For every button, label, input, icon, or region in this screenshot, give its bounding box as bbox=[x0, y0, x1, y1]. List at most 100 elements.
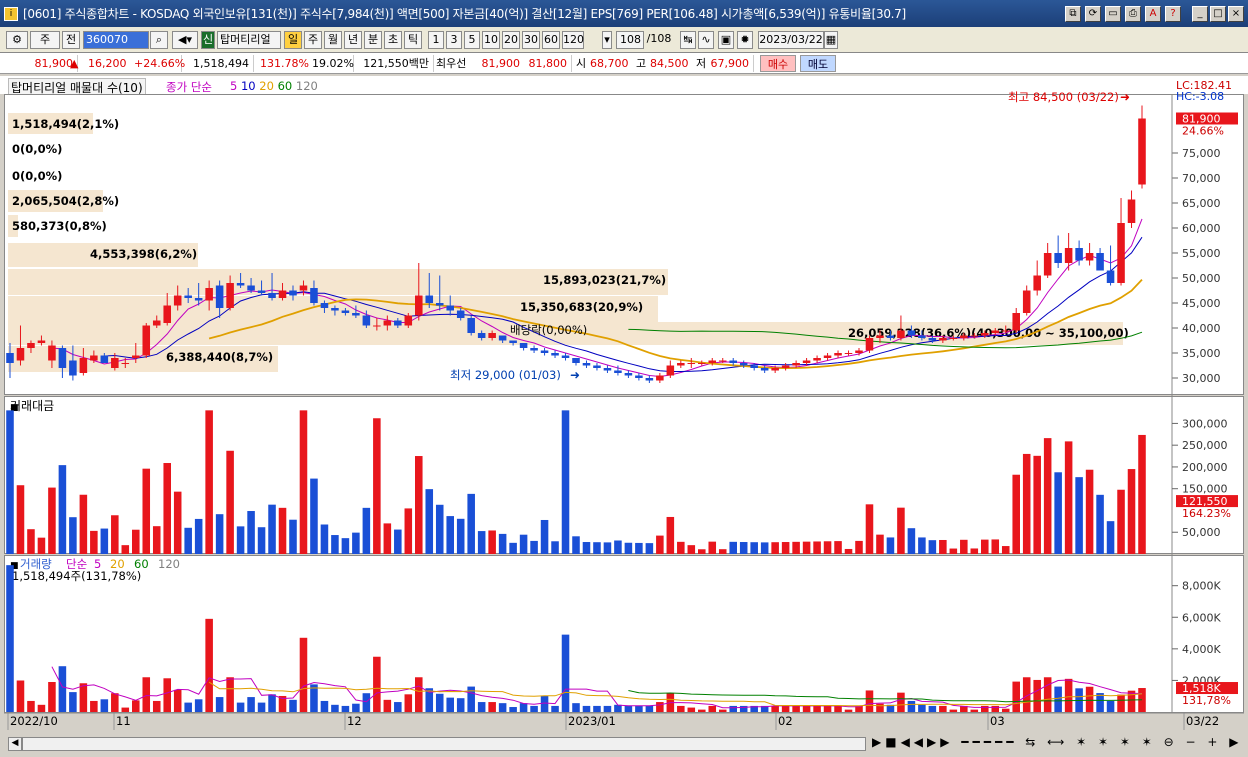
amount-bar bbox=[310, 478, 318, 554]
candle-body bbox=[257, 290, 266, 293]
candle-body bbox=[467, 318, 475, 333]
candle-body bbox=[603, 368, 612, 371]
candle-body bbox=[446, 305, 454, 311]
volume-bar bbox=[352, 703, 360, 712]
amount-bar bbox=[1106, 521, 1115, 554]
candle-body bbox=[656, 375, 664, 381]
amount-bar bbox=[687, 545, 696, 554]
amount-bar bbox=[603, 542, 612, 554]
candle-body bbox=[645, 378, 654, 381]
volume-bar bbox=[981, 705, 989, 712]
volume-bar bbox=[173, 689, 182, 712]
candle-body bbox=[152, 320, 161, 326]
volume-bar bbox=[624, 705, 633, 712]
volume-bar bbox=[1064, 678, 1073, 712]
nav-controls[interactable]: ▶■◀◀▶▶ ━━━━━ ⇆ ⟷ ✶ ✶ ✶ ✶ ⊖ − + ▶ bbox=[872, 735, 1242, 753]
chart-canvas[interactable]: 1,518,494(2,1%) 0(0,0%) 0(0,0%) 2,065,504(2… bbox=[0, 0, 1248, 757]
amount-bar bbox=[226, 450, 234, 554]
amount-bar bbox=[289, 519, 297, 554]
candle-body bbox=[509, 340, 517, 343]
high-annotation: 최고 84,500 (03/22) bbox=[1008, 90, 1119, 104]
amount-bar bbox=[572, 536, 580, 554]
amount-bar bbox=[121, 545, 130, 554]
amount-bar bbox=[152, 526, 161, 554]
amount-bar bbox=[394, 529, 402, 554]
candle-body bbox=[876, 335, 884, 338]
amount-bar bbox=[132, 529, 140, 554]
amount-bar bbox=[540, 519, 549, 554]
volume-bar bbox=[100, 699, 109, 712]
volume-profile-label: 1,518,494(2,1%) bbox=[12, 117, 119, 131]
amount-bar bbox=[708, 541, 717, 554]
volume-bar bbox=[37, 704, 46, 712]
scrollbar[interactable] bbox=[22, 737, 866, 751]
candle-body bbox=[855, 350, 863, 353]
candle-body bbox=[299, 285, 308, 291]
volume-bar bbox=[509, 707, 517, 712]
candle-body bbox=[48, 345, 56, 361]
amount-bar bbox=[37, 537, 46, 554]
candle-body bbox=[111, 358, 119, 368]
volume-bar bbox=[1012, 681, 1020, 712]
price-tick-label: 70,000 bbox=[1182, 172, 1221, 185]
amount-tick-label: 300,000 bbox=[1182, 417, 1228, 430]
amount-bar bbox=[362, 507, 371, 554]
amount-bar bbox=[739, 542, 748, 554]
amount-bar bbox=[855, 540, 863, 554]
candle-body bbox=[771, 368, 779, 371]
scroll-left-icon[interactable]: ◀ bbox=[8, 737, 22, 751]
amount-bar bbox=[467, 493, 475, 554]
amount-bar bbox=[373, 418, 381, 554]
amount-bar bbox=[970, 548, 979, 554]
candle-body bbox=[415, 295, 423, 316]
candle-body bbox=[677, 363, 685, 366]
volume-tick-label: 4,000K bbox=[1182, 643, 1221, 656]
volume-ma5-line bbox=[51, 666, 1143, 709]
amount-bar bbox=[645, 543, 654, 554]
volume-bar bbox=[320, 700, 329, 712]
volume-bar bbox=[551, 705, 559, 712]
candle-body bbox=[540, 350, 549, 353]
dividend-annotation: 배당락(0,00%) bbox=[510, 323, 587, 337]
volume-bar bbox=[561, 634, 570, 712]
low-arrow-icon: ➜ bbox=[570, 368, 580, 382]
candle-body bbox=[970, 335, 979, 337]
candle-body bbox=[488, 333, 496, 338]
candle-body bbox=[781, 365, 790, 368]
volume-bar bbox=[593, 705, 601, 712]
volume-bar bbox=[27, 700, 35, 712]
high-arrow-icon: ➜ bbox=[1120, 90, 1130, 104]
amount-bar bbox=[435, 504, 444, 554]
candle-body bbox=[1001, 330, 1010, 332]
amount-bar bbox=[6, 410, 14, 554]
candle-body bbox=[1022, 290, 1031, 313]
volume-bar bbox=[823, 705, 832, 712]
candle-body bbox=[310, 288, 318, 303]
amount-bar bbox=[991, 539, 1000, 554]
amount-bar bbox=[173, 491, 182, 554]
candle-body bbox=[435, 303, 444, 306]
amount-bar bbox=[551, 541, 559, 554]
volume-bar bbox=[1033, 679, 1041, 712]
volume-profile-label: 580,373(0,8%) bbox=[12, 219, 107, 233]
amount-bar bbox=[100, 528, 109, 554]
candle-body bbox=[666, 365, 675, 376]
amount-bar bbox=[299, 410, 308, 554]
price-tick-label: 75,000 bbox=[1182, 147, 1221, 160]
amount-bar bbox=[981, 539, 989, 554]
amount-bar bbox=[960, 539, 968, 554]
candle-body bbox=[425, 295, 434, 303]
volume-bar bbox=[540, 695, 549, 712]
amount-bar bbox=[268, 504, 276, 554]
volume-bar bbox=[991, 705, 1000, 712]
amount-tick-label: 250,000 bbox=[1182, 439, 1228, 452]
candle-body bbox=[760, 368, 769, 371]
date-label: 03/22 bbox=[1186, 714, 1219, 728]
amount-bar bbox=[897, 507, 905, 554]
volume-bar bbox=[645, 705, 654, 712]
volume-value: 1,518,494주(131,78%) bbox=[12, 569, 141, 583]
candle-body bbox=[1043, 253, 1052, 276]
volume-profile-label: 6,388,440(8,7%) bbox=[166, 350, 273, 364]
amount-bar bbox=[582, 542, 591, 554]
candle-body bbox=[792, 363, 800, 366]
